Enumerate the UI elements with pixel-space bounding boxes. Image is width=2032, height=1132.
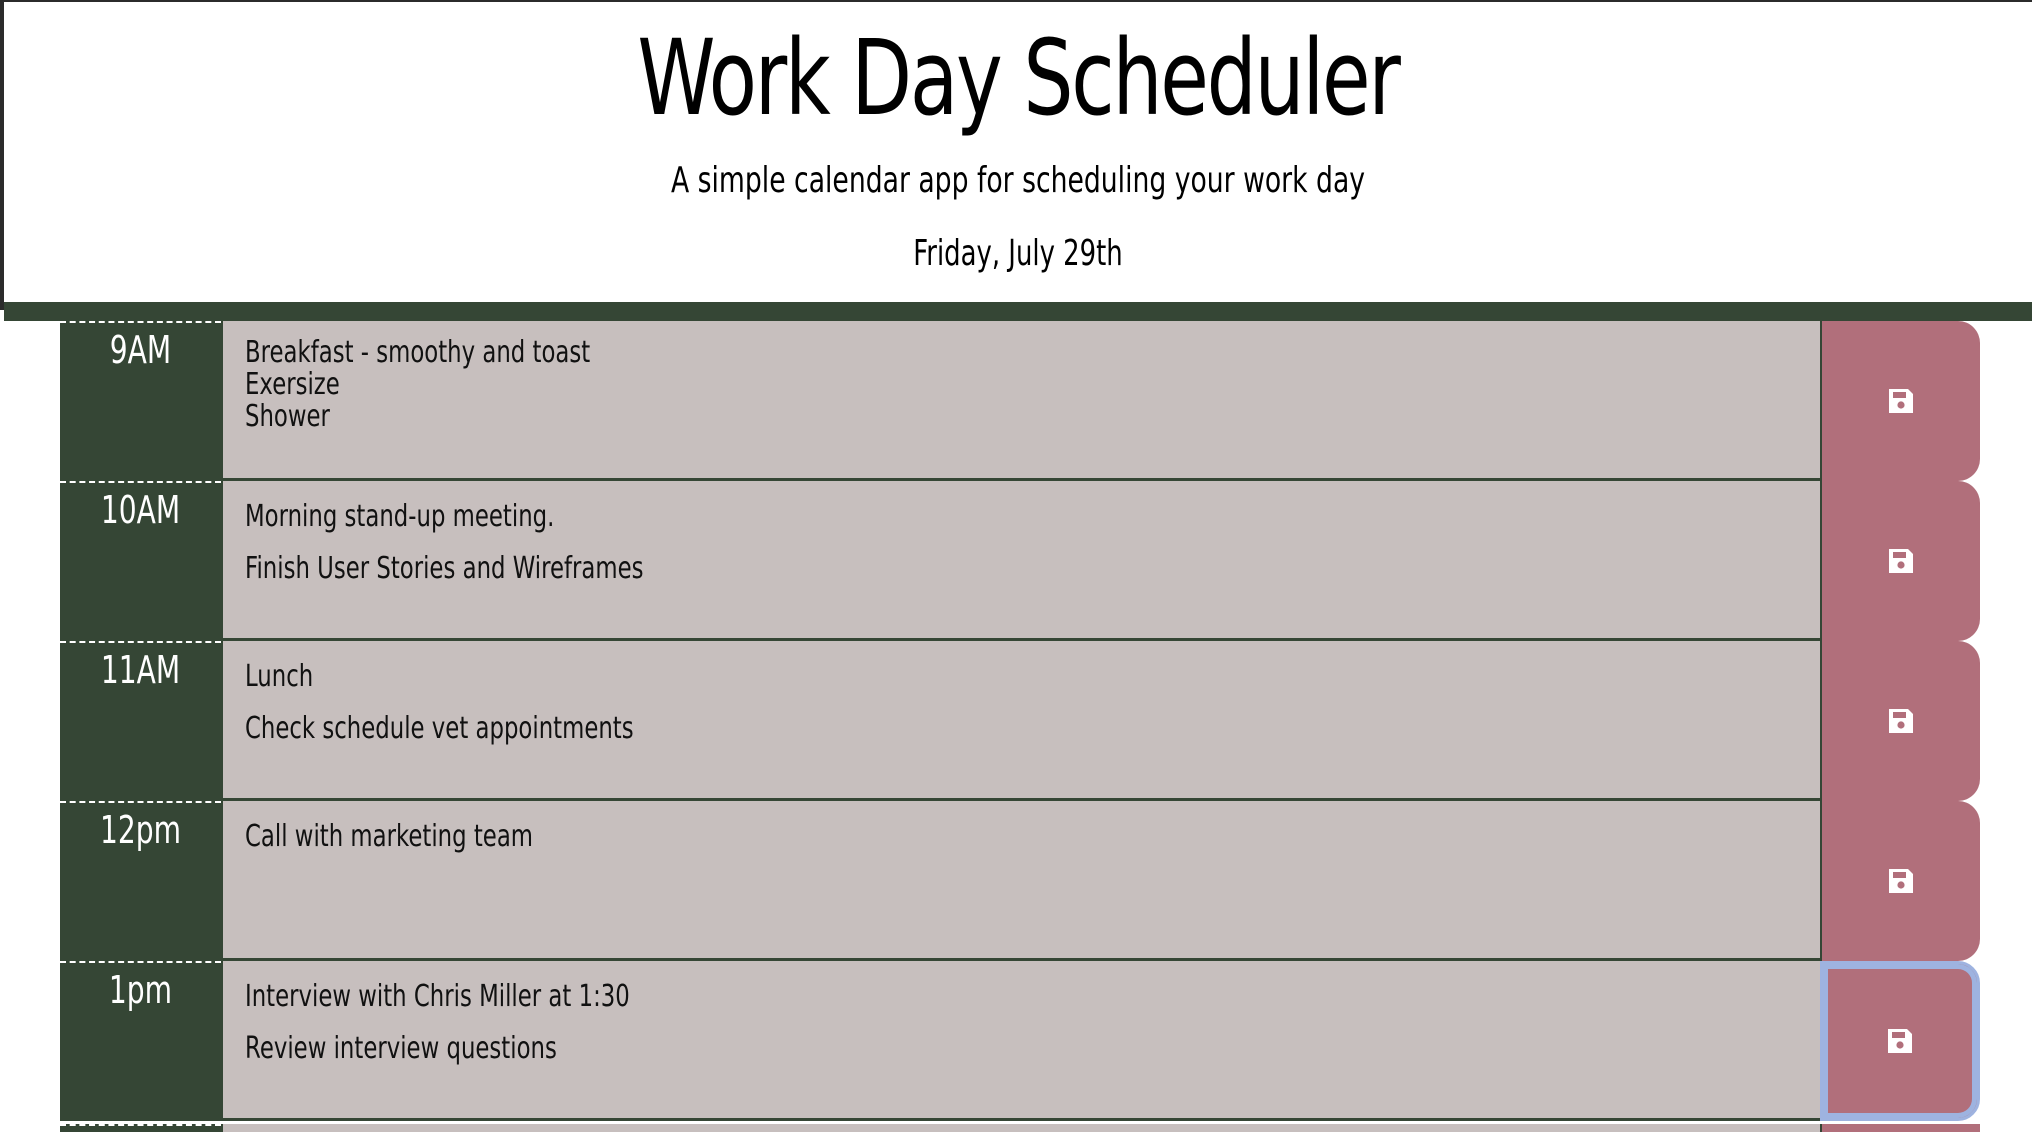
hour-text: 1pm [108, 968, 173, 1012]
hour-text: 12pm [99, 808, 181, 852]
save-button[interactable] [1820, 481, 1981, 641]
current-day: Friday, July 29th [913, 233, 1123, 274]
time-block-11am: 11AM Lunch Check schedule vet appointmen… [60, 641, 1981, 801]
description-textarea[interactable] [220, 1124, 1821, 1132]
description-textarea[interactable]: Lunch Check schedule vet appointments [220, 641, 1821, 801]
schedule-container: 9AM Breakfast - smoothy and toast Exersi… [60, 321, 1981, 1121]
hour-label [60, 1124, 221, 1132]
description-line: Finish User Stories and Wireframes [244, 551, 644, 586]
floppy-disk-icon [1889, 709, 1914, 733]
description-line: Review interview questions [244, 1031, 557, 1066]
time-block-1pm: 1pm Interview with Chris Miller at 1:30 … [60, 961, 1981, 1121]
description-line: Check schedule vet appointments [244, 711, 634, 746]
header-jumbotron: Work Day Scheduler A simple calendar app… [4, 2, 2032, 302]
floppy-disk-icon [1889, 869, 1914, 893]
description-textarea[interactable]: Morning stand-up meeting. Finish User St… [220, 481, 1821, 641]
description-line: Call with marketing team [244, 819, 533, 854]
save-button[interactable] [1820, 801, 1981, 961]
time-block-partial [60, 1124, 1981, 1132]
hour-label: 1pm [60, 961, 221, 1121]
hour-label: 9AM [60, 321, 221, 481]
description-line: Breakfast - smoothy and toast [244, 335, 591, 370]
hour-text: 9AM [109, 328, 172, 372]
save-button[interactable] [1820, 1124, 1981, 1132]
header-divider [4, 302, 2032, 321]
hour-text: 11AM [100, 648, 181, 692]
scheduler-page: Work Day Scheduler A simple calendar app… [0, 0, 2032, 1132]
time-block-9am: 9AM Breakfast - smoothy and toast Exersi… [60, 321, 1981, 481]
save-button[interactable] [1820, 321, 1981, 481]
time-block-12pm: 12pm Call with marketing team [60, 801, 1981, 961]
floppy-disk-icon [1888, 1029, 1913, 1053]
time-block-10am: 10AM Morning stand-up meeting. Finish Us… [60, 481, 1981, 641]
hour-label: 11AM [60, 641, 221, 801]
description-textarea[interactable]: Interview with Chris Miller at 1:30 Revi… [220, 961, 1821, 1121]
hour-label: 12pm [60, 801, 221, 961]
description-textarea[interactable]: Call with marketing team [220, 801, 1821, 961]
page-title: Work Day Scheduler [637, 17, 1400, 139]
page-subtitle: A simple calendar app for scheduling you… [670, 160, 1366, 201]
description-textarea[interactable]: Breakfast - smoothy and toast Exersize S… [220, 321, 1821, 481]
save-button[interactable] [1820, 961, 1981, 1121]
description-line: Shower [244, 399, 330, 434]
hour-label: 10AM [60, 481, 221, 641]
description-line: Exersize [244, 367, 340, 402]
save-button[interactable] [1820, 641, 1981, 801]
floppy-disk-icon [1889, 549, 1914, 573]
hour-text: 10AM [100, 488, 181, 532]
floppy-disk-icon [1889, 389, 1914, 413]
